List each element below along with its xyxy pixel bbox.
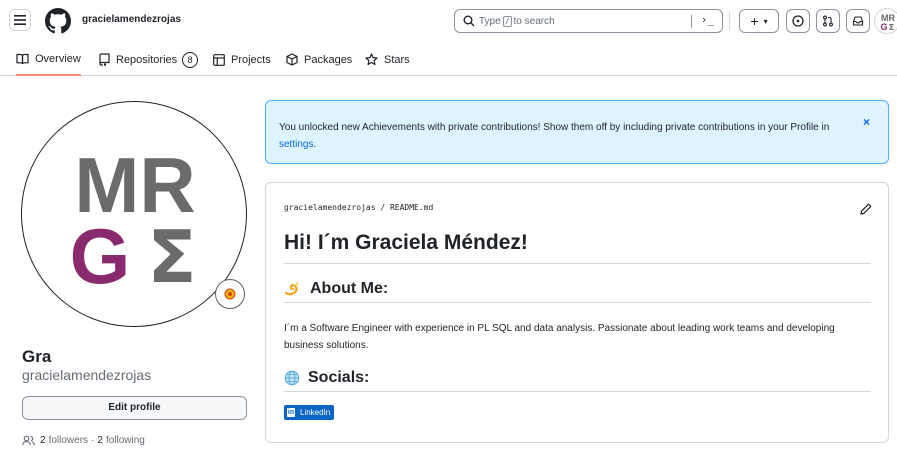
hamburger-icon bbox=[14, 15, 26, 25]
about-me-heading: About Me: bbox=[284, 279, 871, 303]
tab-repositories-label: Repositories bbox=[116, 53, 178, 66]
chevron-down-icon: ▾ bbox=[763, 16, 768, 26]
followers-link[interactable]: followers bbox=[49, 435, 88, 446]
command-palette-icon[interactable]: ›_ bbox=[701, 13, 714, 26]
flash-message-text: You unlocked new Achievements with priva… bbox=[279, 122, 830, 133]
profile-display-name: Gra bbox=[22, 347, 52, 366]
tab-overview[interactable]: Overview bbox=[16, 44, 81, 76]
status-emoji-icon bbox=[224, 288, 236, 300]
menu-button[interactable] bbox=[9, 9, 31, 31]
plus-icon: + bbox=[750, 13, 759, 29]
edit-profile-button[interactable]: Edit profile bbox=[22, 396, 247, 420]
linkedin-badge-label: LinkedIn bbox=[298, 405, 335, 420]
set-status-button[interactable] bbox=[215, 279, 245, 309]
book-icon bbox=[16, 53, 29, 65]
avatar-logo-small: MR G Σ bbox=[880, 13, 895, 32]
followers-count[interactable]: 2 bbox=[40, 435, 46, 446]
profile-readme: gracielamendezrojas / README.md Hi! I´m … bbox=[265, 182, 889, 443]
profile-avatar[interactable]: MR G Σ bbox=[21, 101, 247, 327]
socials-heading-text: Socials: bbox=[308, 368, 370, 386]
inbox-icon bbox=[852, 16, 864, 26]
table-icon bbox=[213, 53, 225, 66]
repositories-count-badge: 8 bbox=[182, 51, 199, 68]
globe-emoji-icon bbox=[284, 370, 300, 386]
issues-button[interactable] bbox=[786, 9, 810, 33]
tab-stars-label: Stars bbox=[384, 53, 410, 66]
tab-projects[interactable]: Projects bbox=[213, 44, 271, 75]
search-placeholder-suffix: to search bbox=[513, 15, 555, 27]
svg-text:G: G bbox=[880, 22, 887, 32]
follow-stats: 2 followers · 2 following bbox=[22, 435, 145, 446]
profile-username: gracielamendezrojas bbox=[22, 367, 152, 383]
follow-separator: · bbox=[91, 435, 95, 446]
avatar-text-g: G bbox=[70, 212, 131, 300]
pull-requests-button[interactable] bbox=[816, 9, 840, 33]
tab-projects-label: Projects bbox=[231, 53, 271, 66]
search-icon bbox=[463, 15, 475, 27]
search-input[interactable]: Type / to search ›_ bbox=[454, 9, 723, 33]
package-icon bbox=[286, 53, 298, 66]
header-divider bbox=[729, 12, 730, 30]
search-separator bbox=[691, 15, 692, 28]
dizzy-emoji-icon bbox=[284, 281, 302, 297]
inbox-button[interactable] bbox=[846, 9, 870, 33]
avatar-logo: MR G Σ bbox=[70, 141, 197, 300]
repo-icon bbox=[99, 53, 110, 66]
tab-packages-label: Packages bbox=[304, 53, 353, 66]
avatar-text-sigma: Σ bbox=[147, 215, 196, 299]
following-count[interactable]: 2 bbox=[97, 435, 103, 446]
search-placeholder: Type / to search bbox=[479, 15, 555, 27]
tab-packages[interactable]: Packages bbox=[286, 44, 352, 75]
socials-heading: Socials: bbox=[284, 368, 871, 392]
readme-title: Hi! I´m Graciela Méndez! bbox=[284, 231, 871, 264]
flash-message: You unlocked new Achievements with priva… bbox=[279, 119, 839, 153]
tab-overview-label: Overview bbox=[35, 53, 81, 65]
profile-tabs: Overview Repositories 8 Projects Package… bbox=[0, 44, 897, 76]
linkedin-icon-text: in bbox=[286, 408, 296, 417]
create-new-button[interactable]: + ▾ bbox=[739, 9, 779, 33]
achievements-flash: You unlocked new Achievements with priva… bbox=[265, 100, 889, 164]
close-icon[interactable]: × bbox=[863, 115, 870, 129]
pencil-icon[interactable] bbox=[860, 203, 872, 215]
tab-stars[interactable]: Stars bbox=[365, 44, 410, 75]
about-me-text: I´m a Software Engineer with experience … bbox=[284, 323, 835, 351]
flash-message-end: . bbox=[313, 139, 317, 150]
tab-repositories[interactable]: Repositories 8 bbox=[99, 44, 199, 75]
search-placeholder-prefix: Type bbox=[479, 15, 501, 27]
settings-link[interactable]: settings bbox=[279, 139, 313, 150]
people-icon bbox=[22, 435, 35, 446]
linkedin-badge[interactable]: in LinkedIn bbox=[284, 405, 335, 420]
following-link[interactable]: following bbox=[106, 435, 145, 446]
star-icon bbox=[365, 53, 378, 66]
linkedin-icon: in bbox=[284, 405, 298, 420]
issue-opened-icon bbox=[792, 15, 804, 27]
user-avatar-menu[interactable]: MR G Σ bbox=[874, 8, 897, 34]
about-me-heading-text: About Me: bbox=[310, 279, 389, 297]
github-logo-icon[interactable] bbox=[45, 8, 71, 34]
search-shortcut-key: / bbox=[502, 15, 512, 27]
readme-path[interactable]: gracielamendezrojas / README.md bbox=[284, 203, 433, 212]
git-pull-request-icon bbox=[823, 15, 833, 27]
global-header: gracielamendezrojas Type / to search ›_ + … bbox=[0, 0, 897, 42]
svg-text:Σ: Σ bbox=[889, 23, 894, 32]
header-username[interactable]: gracielamendezrojas bbox=[82, 14, 181, 25]
